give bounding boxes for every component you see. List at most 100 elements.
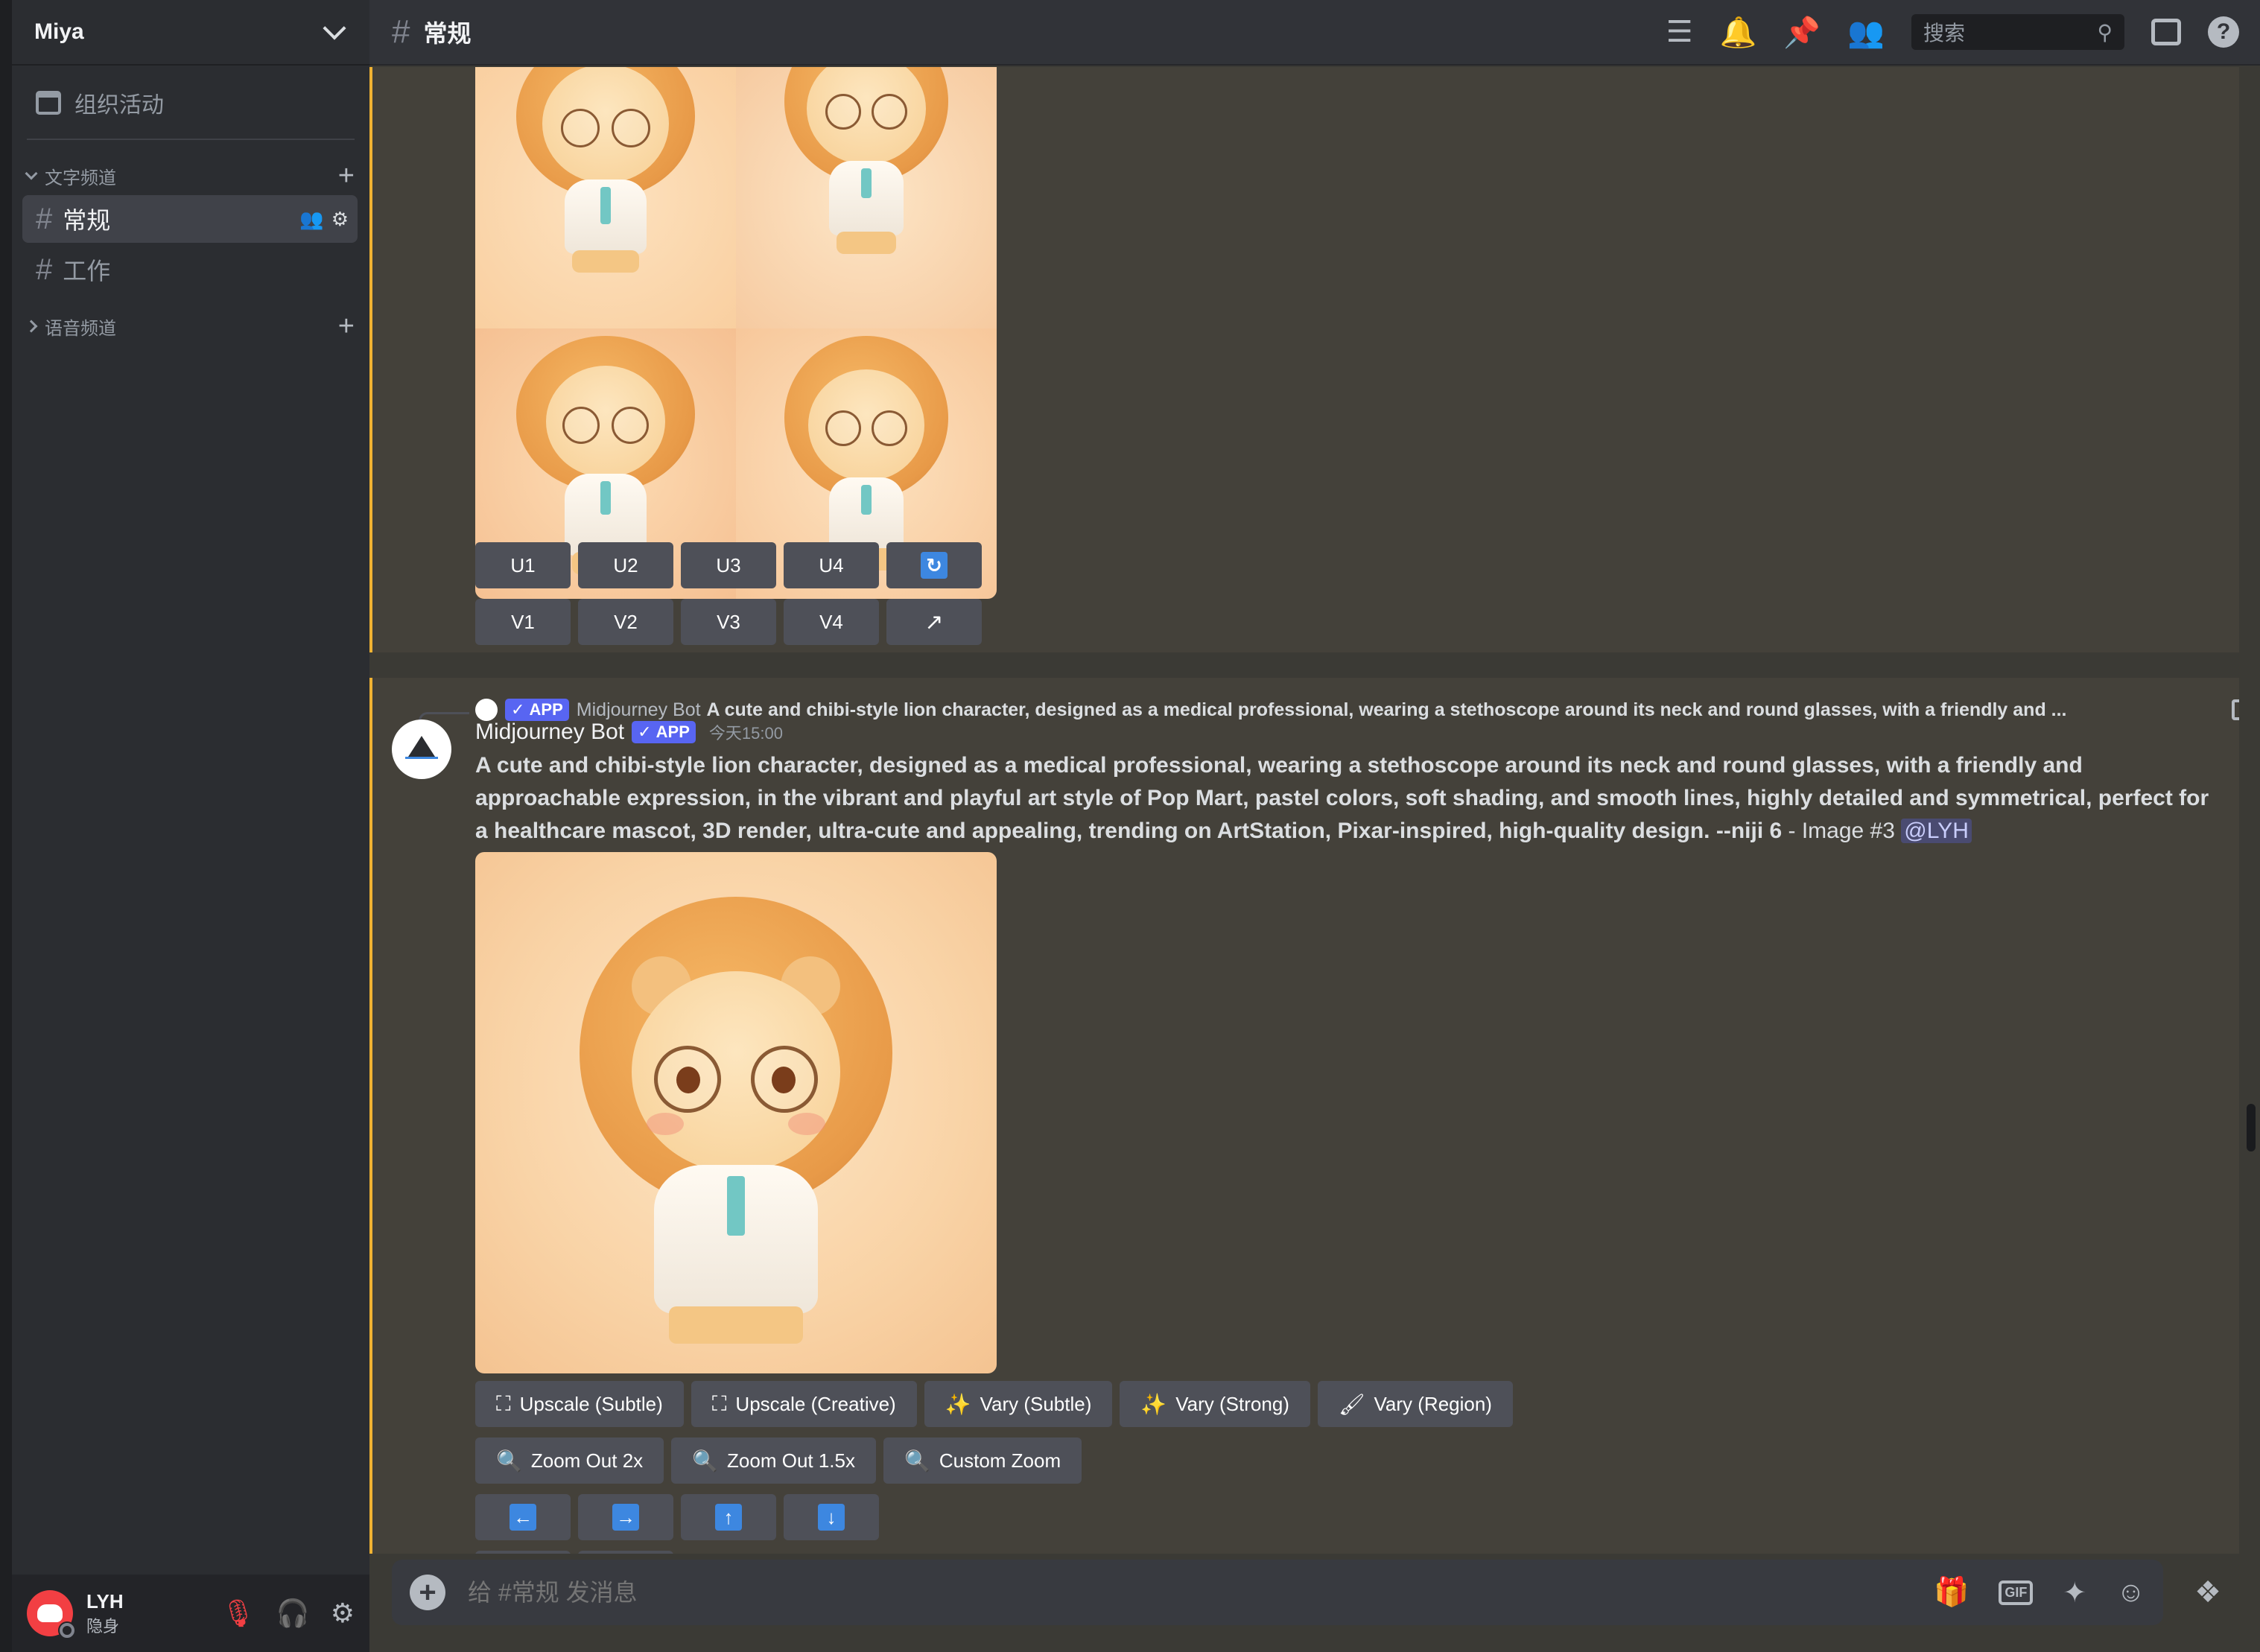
bell-icon[interactable]: 🔔: [1720, 15, 1757, 50]
message-content: A cute and chibi-style lion character, d…: [475, 749, 2211, 848]
gift-icon[interactable]: 🎁: [1934, 1576, 1969, 1609]
events-link[interactable]: 组织活动: [27, 82, 355, 124]
variation-4-button[interactable]: V4: [784, 599, 879, 645]
help-icon[interactable]: ?: [2208, 16, 2239, 48]
pin-icon[interactable]: 📌: [1783, 15, 1821, 50]
upscale-1-button[interactable]: U1: [475, 542, 571, 588]
reroll-button[interactable]: ↻: [886, 542, 982, 588]
sailboat-icon: [408, 736, 435, 757]
variation-3-button[interactable]: V3: [681, 599, 776, 645]
upscale-4-button[interactable]: U4: [784, 542, 879, 588]
members-icon[interactable]: 👥: [1847, 15, 1885, 50]
category-text-channels[interactable]: 文字频道 +: [12, 159, 369, 192]
expand-icon: ⛶: [496, 1391, 511, 1415]
pan-up-button[interactable]: ↑: [681, 1494, 776, 1540]
pan-left-button[interactable]: ←: [475, 1494, 571, 1540]
arrow-left-icon: ←: [510, 1504, 536, 1531]
scrollbar[interactable]: [2245, 67, 2257, 1557]
discord-logo-icon: [37, 1604, 63, 1622]
gif-icon[interactable]: GIF: [1999, 1580, 2034, 1605]
vary-subtle-button[interactable]: ✨ Vary (Subtle): [924, 1381, 1113, 1427]
author-name[interactable]: Midjourney Bot: [475, 719, 624, 745]
open-external-button[interactable]: ↗: [886, 599, 982, 645]
add-channel-icon[interactable]: +: [338, 162, 355, 190]
inbox-icon[interactable]: [2151, 19, 2181, 45]
magic-wand-icon: ✨: [945, 1392, 971, 1416]
main-area: # 常规 ☰ 🔔 📌 👥 搜索 ⚲ ? U1 U2 U3 U4 ↻ V1 V2 …: [369, 0, 2260, 1652]
hash-icon: #: [392, 13, 410, 50]
zoom-out-2x-button[interactable]: 🔍 Zoom Out 2x: [475, 1437, 664, 1484]
apps-icon[interactable]: ❖: [2175, 1560, 2241, 1625]
avatar[interactable]: [27, 1590, 76, 1639]
threads-icon[interactable]: ☰: [1666, 15, 1693, 49]
zoom-out-1-5x-button[interactable]: 🔍 Zoom Out 1.5x: [671, 1437, 876, 1484]
divider: [27, 139, 355, 140]
user-panel: LYH 隐身 🎙 🎧 ⚙: [12, 1575, 369, 1652]
events-label: 组织活动: [74, 93, 164, 118]
magnifier-icon: 🔍: [904, 1449, 930, 1472]
image-number: - Image #3: [1782, 819, 1902, 843]
upscaled-image[interactable]: [475, 852, 997, 1373]
image-icon: [2232, 699, 2239, 720]
gear-icon[interactable]: ⚙: [331, 208, 349, 231]
vary-region-button[interactable]: 🖌 Vary (Region): [1317, 1381, 1513, 1427]
channel-name: 常规: [63, 207, 111, 234]
vary-strong-button[interactable]: ✨ Vary (Strong): [1120, 1381, 1310, 1427]
server-header[interactable]: Miya: [12, 0, 369, 66]
arrow-down-icon: ↓: [818, 1504, 845, 1531]
calendar-icon: [36, 91, 61, 115]
upscale-2-button[interactable]: U2: [578, 542, 673, 588]
reply-snippet[interactable]: A cute and chibi-style lion character, d…: [707, 699, 2067, 721]
bot-avatar-mini: [475, 699, 498, 721]
upscale-subtle-button[interactable]: ⛶ Upscale (Subtle): [475, 1381, 684, 1427]
message-list: U1 U2 U3 U4 ↻ V1 V2 V3 V4 ↗ ✓ APP Midjou…: [369, 67, 2239, 1554]
bot-avatar[interactable]: [392, 719, 451, 779]
channel-name: 工作: [63, 258, 111, 285]
reply-reference[interactable]: ✓ APP Midjourney Bot A cute and chibi-st…: [475, 699, 2239, 721]
message-header: Midjourney Bot ✓ APP 今天15:00: [475, 719, 783, 745]
pan-down-button[interactable]: ↓: [784, 1494, 879, 1540]
variation-1-button[interactable]: V1: [475, 599, 571, 645]
magnifier-icon: 🔍: [692, 1449, 719, 1472]
upscale-creative-button[interactable]: ⛶ Upscale (Creative): [691, 1381, 917, 1427]
sticker-icon[interactable]: ✦: [2063, 1576, 2086, 1610]
gear-icon[interactable]: ⚙: [331, 1598, 355, 1629]
server-name: Miya: [34, 19, 84, 44]
user-mention[interactable]: @LYH: [1901, 819, 1972, 843]
more-button[interactable]: [475, 1551, 571, 1554]
invite-icon[interactable]: 👥: [299, 208, 323, 231]
pan-right-button[interactable]: →: [578, 1494, 673, 1540]
add-attachment-icon[interactable]: +: [410, 1575, 445, 1610]
scroll-thumb[interactable]: [2247, 1104, 2256, 1151]
image-grid[interactable]: [475, 67, 997, 599]
upscale-3-button[interactable]: U3: [681, 542, 776, 588]
category-label: 文字频道: [45, 168, 116, 188]
channel-item-work[interactable]: # 工作: [22, 246, 358, 293]
mic-muted-icon[interactable]: 🎙: [221, 1598, 255, 1629]
emoji-icon[interactable]: ☺: [2116, 1577, 2145, 1609]
magic-wand-icon: ✨: [1140, 1392, 1167, 1416]
waves-icon: [405, 757, 438, 761]
timestamp: 今天15:00: [708, 724, 783, 743]
variation-2-button[interactable]: V2: [578, 599, 673, 645]
headphones-icon[interactable]: 🎧: [276, 1598, 310, 1629]
chevron-down-icon[interactable]: [323, 16, 346, 40]
refresh-icon: ↻: [921, 552, 948, 579]
status-invisible-icon: [58, 1621, 76, 1639]
message-composer: + 🎁 GIF ✦ ☺: [392, 1560, 2163, 1625]
expand-icon: ⛶: [711, 1391, 727, 1415]
more-button[interactable]: [578, 1551, 673, 1554]
custom-zoom-button[interactable]: 🔍 Custom Zoom: [883, 1437, 1082, 1484]
channel-item-general[interactable]: # 常规 👥 ⚙: [22, 195, 358, 243]
arrow-up-icon: ↑: [715, 1504, 742, 1531]
grid-image-2[interactable]: [736, 67, 997, 328]
add-channel-icon[interactable]: +: [338, 312, 355, 340]
app-badge: ✓ APP: [505, 699, 569, 721]
reply-author[interactable]: Midjourney Bot: [577, 699, 701, 721]
grid-image-1[interactable]: [475, 67, 736, 328]
message-input[interactable]: [468, 1578, 1934, 1607]
category-voice-channels[interactable]: 语音频道 +: [12, 310, 369, 343]
app-badge: ✓ APP: [632, 721, 696, 743]
category-label: 语音频道: [45, 318, 116, 339]
search-input[interactable]: 搜索 ⚲: [1911, 14, 2124, 50]
